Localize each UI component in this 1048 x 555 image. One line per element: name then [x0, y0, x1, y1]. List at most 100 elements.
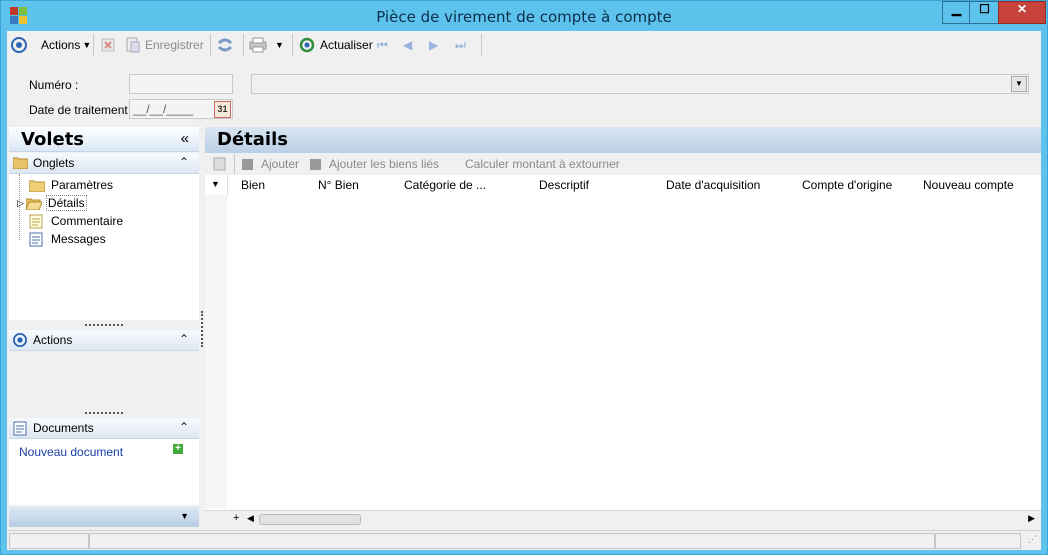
onglets-title: Onglets [33, 156, 75, 170]
toolbar-separator [234, 154, 235, 174]
grid-divider [227, 175, 228, 195]
status-cell [9, 533, 89, 549]
document-icon [13, 421, 27, 436]
next-record-button[interactable]: ▶ [429, 37, 438, 53]
tree-item-messages[interactable]: Messages [29, 231, 106, 247]
previous-record-button[interactable]: ◀ [403, 37, 412, 53]
main-toolbar: Actions ▼ Enregistrer ▼ Actualiser ⏮ ◀ ▶… [7, 31, 1041, 59]
open-folder-icon [25, 198, 42, 210]
header-form: Numéro : ▼ Date de traitement : __/__/__… [7, 59, 1041, 123]
print-button[interactable]: ▼ [249, 37, 284, 53]
maximize-icon: ☐ [979, 2, 990, 16]
note-icon [29, 214, 43, 228]
details-header: Détails [205, 127, 1041, 153]
tree-item-label: Détails [45, 195, 87, 211]
numero-label: Numéro : [29, 78, 79, 92]
column-header[interactable]: N° Bien [318, 178, 359, 192]
numero-field[interactable] [129, 74, 233, 94]
maximize-button[interactable]: ☐ [969, 1, 1000, 24]
scroll-right-icon[interactable]: ▶ [1028, 513, 1035, 524]
previous-icon: ◀ [403, 38, 413, 52]
dropdown-arrow-icon: ▼ [82, 40, 92, 50]
actions-section-title: Actions [33, 333, 73, 347]
expand-arrow-icon[interactable]: ▷ [17, 198, 24, 209]
onglets-tree: Paramètres ▷ Détails Commentaire Message… [9, 174, 199, 320]
add-button[interactable]: Ajouter [241, 156, 299, 172]
delete-button[interactable] [101, 37, 115, 53]
delete-icon [101, 38, 115, 52]
documents-title: Documents [33, 421, 94, 435]
numero-description-select[interactable]: ▼ [251, 74, 1029, 94]
toolbar-separator [292, 34, 293, 56]
calculate-amount-button[interactable]: Calculer montant à extourner [465, 156, 620, 172]
scroll-left-icon[interactable]: ◀ [247, 513, 254, 524]
column-header[interactable]: Nouveau compte [923, 178, 1014, 192]
actions-menu-button[interactable]: Actions ▼ [11, 37, 91, 53]
column-header[interactable]: Bien [241, 178, 265, 192]
tree-item-label: Commentaire [51, 214, 124, 228]
toolbar-separator [93, 34, 94, 56]
actions-section-body [9, 351, 199, 408]
folder-icon [29, 180, 45, 192]
grid-body[interactable] [205, 195, 1041, 509]
target-icon [13, 333, 27, 347]
details-title: Détails [217, 129, 288, 150]
last-record-button[interactable]: ⏭ [455, 37, 466, 53]
sync-icon [217, 38, 233, 52]
date-field[interactable]: __/__/____ 31 [129, 99, 233, 119]
status-bar: ⋰ [7, 530, 1041, 550]
horizontal-scrollbar[interactable]: + ◀ ▶ [205, 510, 1041, 527]
minimize-button[interactable]: ▁ [942, 1, 971, 24]
add-icon[interactable]: + [173, 444, 183, 454]
collapse-panel-icon[interactable]: « [181, 130, 189, 147]
close-button[interactable]: ✕ [998, 1, 1046, 24]
column-header[interactable]: Compte d'origine [802, 178, 892, 192]
close-icon: ✕ [1016, 2, 1028, 16]
save-label: Enregistrer [145, 38, 204, 52]
minimize-icon: ▁ [951, 2, 962, 16]
document-icon [29, 232, 43, 246]
tree-item-label: Paramètres [51, 178, 114, 192]
edit-icon[interactable] [213, 157, 226, 171]
splitter-grip[interactable] [85, 412, 123, 417]
tree-item-commentaire[interactable]: Commentaire [29, 213, 123, 229]
resize-grip-icon[interactable]: ⋰ [1028, 534, 1037, 545]
onglets-section-header[interactable]: Onglets ⌃ [9, 153, 199, 174]
target-icon [11, 37, 27, 53]
documents-section-header[interactable]: Documents ⌃ [9, 418, 199, 439]
row-selector-dropdown-icon[interactable]: ▼ [211, 179, 220, 189]
add-row-plus-icon[interactable]: + [233, 512, 239, 524]
add-linked-assets-button[interactable]: Ajouter les biens liés [309, 156, 439, 172]
collapse-chevron-icon[interactable]: ⌃ [179, 155, 189, 169]
actions-section-header[interactable]: Actions ⌃ [9, 330, 199, 351]
refresh-button[interactable]: Actualiser [299, 37, 373, 53]
folder-icon [13, 157, 28, 169]
next-icon: ▶ [429, 38, 439, 52]
collapse-chevron-icon[interactable]: ⌃ [179, 420, 189, 434]
new-document-link[interactable]: Nouveau document [19, 445, 123, 459]
panel-overflow-bar[interactable]: ▼ [9, 507, 199, 527]
volets-panel: Volets « Onglets ⌃ Paramètres ▷ Détails [9, 127, 199, 527]
date-mask: __/__/____ [133, 102, 194, 116]
scrollbar-thumb[interactable] [259, 514, 361, 525]
application-window: Pièce de virement de compte à compte ▁ ☐… [0, 0, 1048, 555]
calendar-icon[interactable]: 31 [214, 101, 231, 118]
volets-header: Volets « [9, 127, 199, 152]
tree-item-parametres[interactable]: Paramètres [29, 177, 113, 193]
column-header[interactable]: Catégorie de ... [404, 178, 486, 192]
column-header[interactable]: Descriptif [539, 178, 589, 192]
column-header[interactable]: Date d'acquisition [666, 178, 760, 192]
tree-item-details[interactable]: ▷ Détails [17, 195, 87, 211]
collapse-chevron-icon[interactable]: ⌃ [179, 332, 189, 346]
chevron-down-icon[interactable]: ▼ [1011, 76, 1027, 92]
toolbar-separator [210, 34, 211, 56]
chevron-down-icon[interactable]: ▼ [180, 511, 189, 521]
sync-button[interactable] [217, 37, 233, 53]
documents-section-body: Nouveau document + [9, 439, 199, 505]
first-record-button[interactable]: ⏮ [377, 37, 388, 53]
save-button[interactable]: Enregistrer [125, 37, 204, 53]
volets-title: Volets [21, 129, 85, 150]
details-toolbar: Ajouter Ajouter les biens liés Calculer … [205, 153, 1041, 175]
save-icon [126, 37, 140, 53]
splitter-grip[interactable] [85, 324, 123, 329]
